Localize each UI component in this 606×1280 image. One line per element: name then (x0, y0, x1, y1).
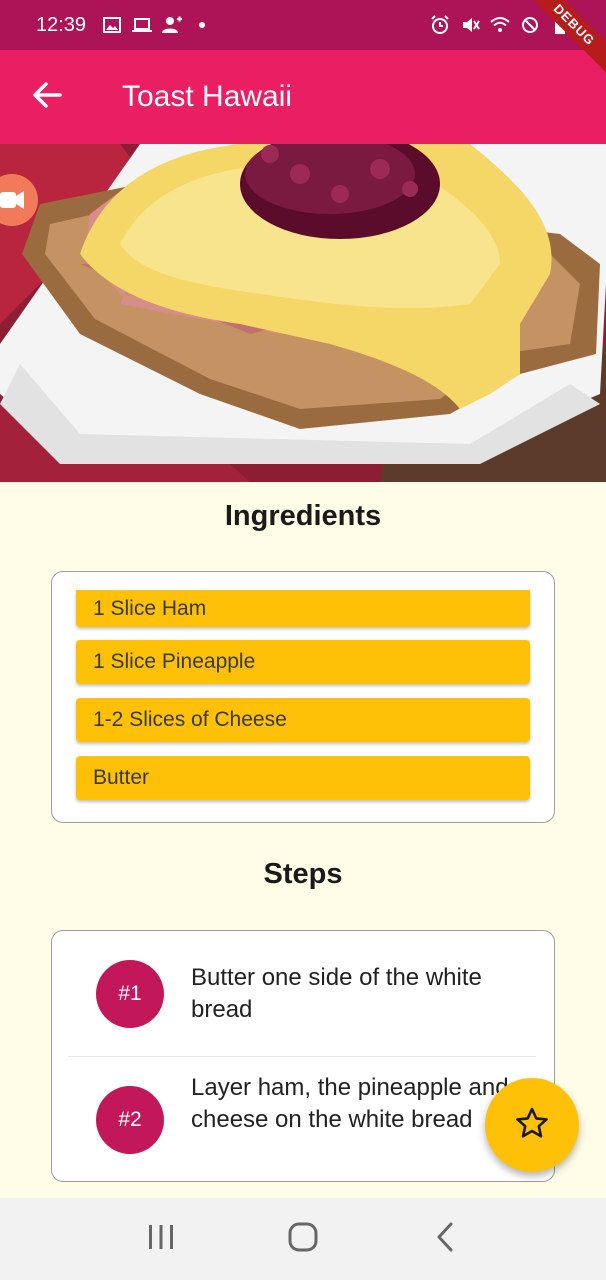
step-item: #2 Layer ham, the pineapple and cheese o… (52, 1057, 554, 1181)
recent-apps-button[interactable] (131, 1209, 191, 1269)
star-outline-icon (515, 1107, 549, 1144)
laptop-icon (132, 16, 153, 34)
ingredient-item: Butter (76, 756, 530, 800)
back-icon (435, 1222, 455, 1257)
dot-icon (192, 16, 212, 34)
blocked-icon (520, 16, 540, 34)
recent-apps-icon (147, 1224, 175, 1255)
system-nav-bar (0, 1198, 606, 1280)
alarm-icon (430, 15, 450, 34)
image-icon (102, 16, 122, 34)
ingredient-item: 1 Slice Ham (76, 590, 530, 627)
step-text: Butter one side of the white bread (191, 964, 482, 1023)
home-button[interactable] (273, 1209, 333, 1269)
steps-card: #1 Butter one side of the white bread #2… (51, 930, 555, 1182)
arrow-back-icon (32, 81, 62, 114)
page-title: Toast Hawaii (122, 80, 293, 113)
status-time: 12:39 (36, 13, 87, 36)
recipe-image (0, 144, 606, 482)
status-icons-right (430, 15, 570, 34)
wifi-icon (490, 16, 510, 34)
favorite-button[interactable] (485, 1078, 579, 1172)
mute-icon (460, 16, 480, 34)
ingredient-item: 1-2 Slices of Cheese (76, 698, 530, 742)
step-text: Layer ham, the pineapple and cheese on t… (191, 1074, 509, 1133)
ingredients-card: 1 Slice Ham 1 Slice Pineapple 1-2 Slices… (51, 571, 555, 823)
step-item: #1 Butter one side of the white bread (52, 931, 554, 1057)
system-back-button[interactable] (415, 1209, 475, 1269)
step-number-badge: #1 (96, 960, 164, 1028)
home-icon (288, 1222, 318, 1257)
person-add-icon (162, 16, 183, 34)
back-button[interactable] (0, 50, 94, 144)
ingredient-item: 1 Slice Pineapple (76, 640, 530, 684)
steps-title: Steps (263, 858, 343, 890)
status-icons-left (102, 16, 212, 34)
step-number-badge: #2 (96, 1086, 164, 1154)
app-bar: Toast Hawaii (0, 50, 606, 144)
ingredients-title: Ingredients (224, 500, 382, 532)
status-bar: 12:39 (0, 0, 606, 50)
